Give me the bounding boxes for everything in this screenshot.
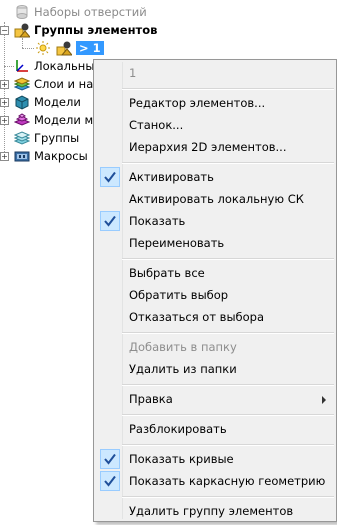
- menu-item-invert-selection[interactable]: Обратить выбор: [94, 284, 336, 306]
- menu-item-label: Иерархия 2D элементов...: [129, 140, 287, 154]
- menu-item-label: Показать: [129, 214, 186, 228]
- tree-node-label: Модели: [34, 95, 81, 109]
- tree-node-label: Наборы отверстий: [34, 5, 147, 19]
- menu-item-add-to-folder: Добавить в папку: [94, 336, 336, 358]
- macro-icon: [14, 148, 30, 164]
- element-group-icon: [56, 40, 74, 56]
- menu-item-label: Разблокировать: [129, 422, 227, 436]
- context-menu: 1 Редактор элементов... Станок... Иерарх…: [93, 59, 337, 522]
- element-group-icon: [14, 22, 32, 38]
- menu-item-label: Обратить выбор: [129, 288, 229, 302]
- menu-item-label: Активировать локальную СК: [129, 192, 304, 206]
- menu-item-label: Активировать: [129, 170, 214, 184]
- tree-node-models[interactable]: Модели: [14, 93, 81, 111]
- menu-item-label: Переименовать: [129, 236, 225, 250]
- tree-line: [22, 38, 23, 48]
- selected-node-label: > 1: [76, 41, 104, 55]
- menu-item-delete-group[interactable]: Удалить группу элементов: [94, 500, 336, 522]
- layers-icon: [13, 76, 31, 92]
- tree-node-label: Группы элементов: [34, 23, 158, 37]
- hole-set-icon: [14, 4, 30, 20]
- menu-item-label: Станок...: [129, 118, 184, 132]
- menu-item-rename[interactable]: Переименовать: [94, 232, 336, 254]
- menu-separator: [122, 414, 334, 416]
- menu-separator: [122, 496, 334, 498]
- menu-item-label: Выбрать все: [129, 266, 205, 280]
- checkmark-icon: [100, 211, 120, 231]
- menu-item-deselect[interactable]: Отказаться от выбора: [94, 306, 336, 328]
- menu-item-2d-hierarchy[interactable]: Иерархия 2D элементов...: [94, 136, 336, 158]
- menu-separator: [122, 332, 334, 334]
- menu-separator: [122, 258, 334, 260]
- tree-node-element-groups[interactable]: Группы элементов: [14, 21, 157, 39]
- sun-icon: [36, 40, 56, 56]
- menu-item-show-wireframe[interactable]: Показать каркасную геометрию: [94, 470, 336, 492]
- model-icon: [14, 94, 30, 110]
- local-ucs-icon: [14, 58, 30, 74]
- expand-toggle[interactable]: +: [0, 80, 9, 89]
- tree-node-macros[interactable]: Макросы: [14, 147, 88, 165]
- menu-item-activate[interactable]: Активировать: [94, 166, 336, 188]
- menu-separator: [122, 162, 334, 164]
- groups-icon: [13, 130, 31, 146]
- expand-toggle[interactable]: +: [0, 98, 9, 107]
- tree-node-label: Группы: [34, 131, 80, 145]
- tree-node-hole-sets[interactable]: Наборы отверстий: [14, 3, 147, 21]
- menu-item-label: Добавить в папку: [129, 340, 237, 354]
- checkmark-icon: [100, 449, 120, 469]
- tree-node-label: Макросы: [34, 149, 88, 163]
- menu-item-machine[interactable]: Станок...: [94, 114, 336, 136]
- tree-node-groups[interactable]: Группы: [13, 129, 80, 147]
- menu-header-label: 1: [129, 66, 137, 80]
- tree-node-label: Локальные: [34, 59, 102, 73]
- checkmark-icon: [100, 471, 120, 491]
- menu-item-label: Показать каркасную геометрию: [129, 474, 326, 488]
- menu-item-label: Удалить группу элементов: [129, 504, 294, 518]
- menu-item-label: Редактор элементов...: [129, 96, 266, 110]
- tree-node-stock-models[interactable]: Модели ма: [13, 111, 101, 129]
- menu-header: 1: [94, 62, 336, 84]
- menu-item-label: Удалить из папки: [129, 362, 237, 376]
- menu-item-edit[interactable]: Правка: [94, 388, 336, 410]
- expand-toggle[interactable]: +: [0, 116, 9, 125]
- menu-item-label: Отказаться от выбора: [129, 310, 265, 324]
- expand-toggle[interactable]: +: [0, 152, 9, 161]
- tree-line: [4, 66, 14, 67]
- tree-node-label: Модели ма: [34, 113, 101, 127]
- menu-item-label: Показать кривые: [129, 452, 234, 466]
- menu-item-unlock[interactable]: Разблокировать: [94, 418, 336, 440]
- menu-separator: [122, 88, 334, 90]
- checkmark-icon: [100, 167, 120, 187]
- stock-model-icon: [13, 112, 31, 128]
- menu-item-show-curves[interactable]: Показать кривые: [94, 448, 336, 470]
- menu-separator: [122, 444, 334, 446]
- menu-separator: [122, 384, 334, 386]
- menu-item-label: Правка: [129, 392, 173, 406]
- menu-item-element-editor[interactable]: Редактор элементов...: [94, 92, 336, 114]
- collapse-toggle[interactable]: −: [0, 26, 9, 35]
- menu-item-remove-from-folder[interactable]: Удалить из папки: [94, 358, 336, 380]
- tree-node-layers[interactable]: Слои и наб: [13, 75, 101, 93]
- submenu-arrow-icon: [322, 396, 326, 404]
- tree-line: [4, 22, 5, 158]
- tree-line: [22, 48, 34, 49]
- menu-item-show[interactable]: Показать: [94, 210, 336, 232]
- tree-node-label: Слои и наб: [34, 77, 101, 91]
- tree-node-local[interactable]: Локальные: [14, 57, 101, 75]
- menu-item-select-all[interactable]: Выбрать все: [94, 262, 336, 284]
- menu-item-activate-local-ucs[interactable]: Активировать локальную СК: [94, 188, 336, 210]
- tree-node-group-1[interactable]: > 1: [36, 39, 104, 57]
